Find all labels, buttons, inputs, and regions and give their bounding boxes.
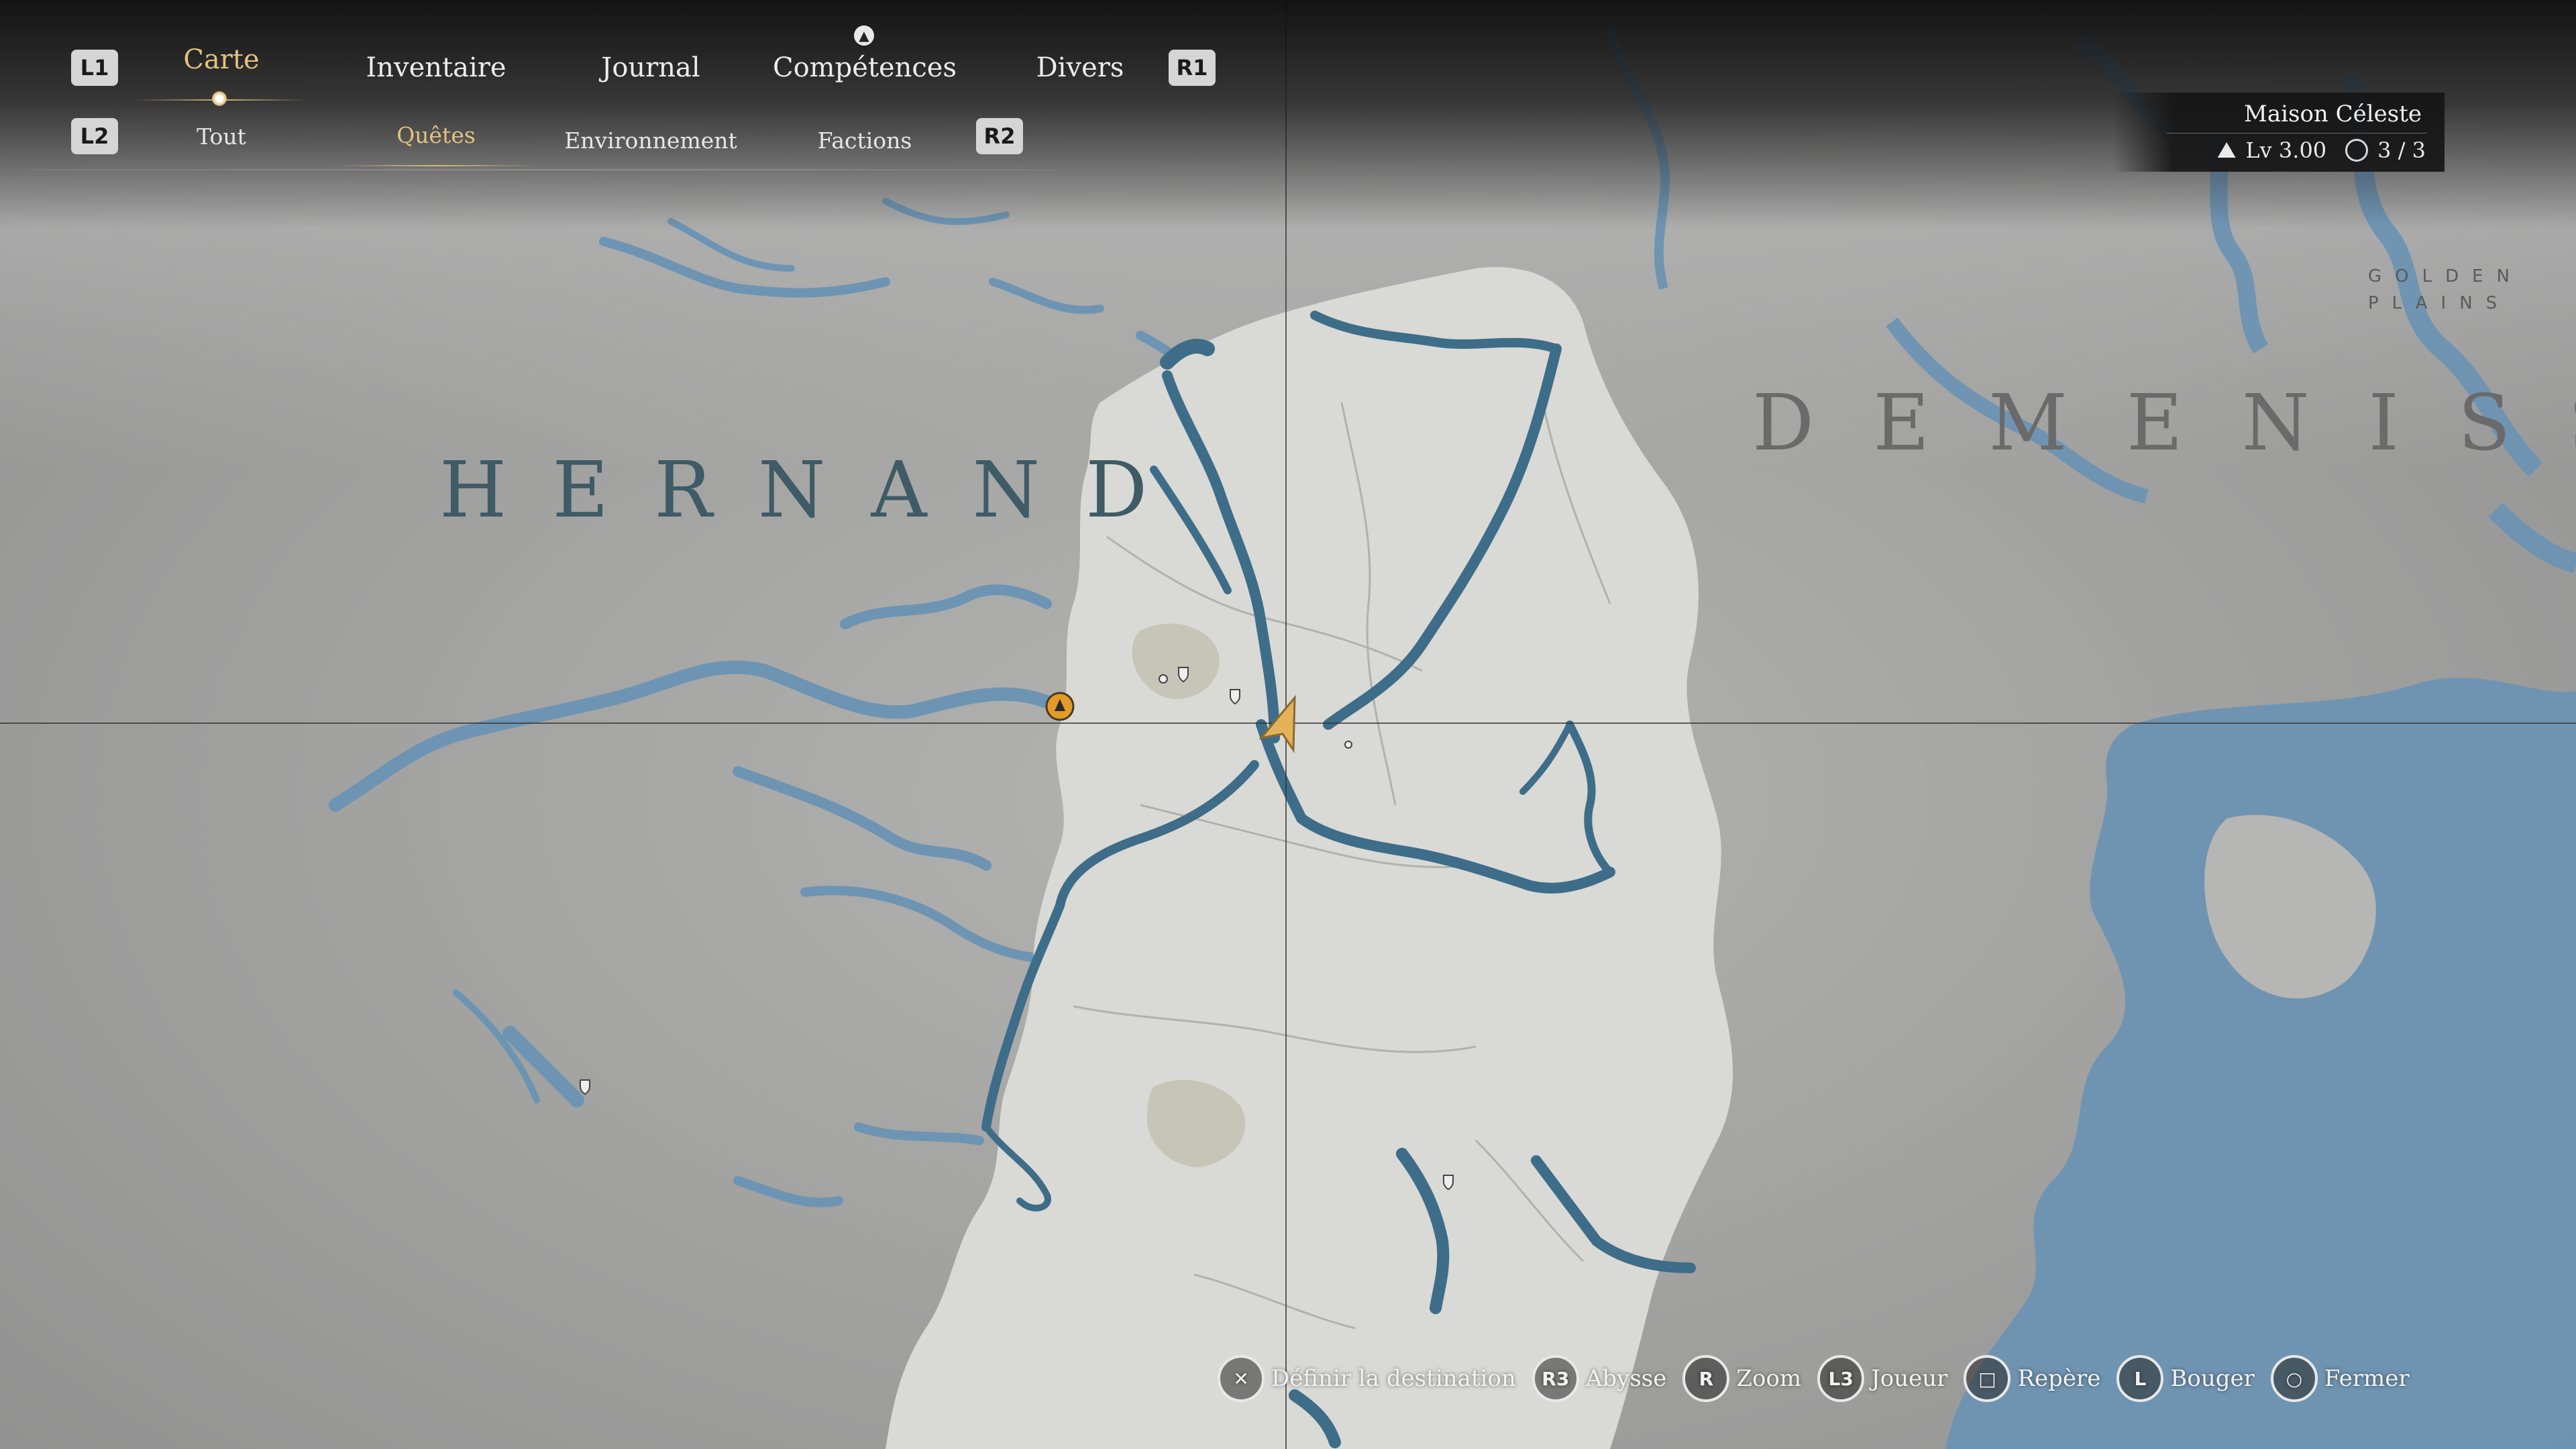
l1-button-icon[interactable]: L1 bbox=[71, 50, 118, 86]
r3-button-icon: R3 bbox=[1532, 1355, 1579, 1402]
prompt-label: Abysse bbox=[1585, 1365, 1667, 1392]
prompt-move[interactable]: L Bouger bbox=[2116, 1355, 2255, 1402]
prompt-abyss[interactable]: R3 Abysse bbox=[1532, 1355, 1667, 1402]
prompt-label: Définir la destination bbox=[1271, 1365, 1516, 1392]
right-stick-icon: R bbox=[1682, 1355, 1730, 1402]
prompt-set-destination[interactable]: ✕ Définir la destination bbox=[1218, 1355, 1516, 1402]
region-label-plains: PLAINS bbox=[2368, 293, 2510, 313]
tab-journal[interactable]: Journal bbox=[601, 52, 700, 83]
location-stats: ⛰ Lv 3.00 3 / 3 bbox=[2217, 137, 2426, 164]
location-level: Lv 3.00 bbox=[2245, 138, 2327, 163]
crest-icon bbox=[2345, 139, 2369, 162]
r1-button-icon[interactable]: R1 bbox=[1169, 50, 1216, 86]
l2-button-icon[interactable]: L2 bbox=[71, 118, 118, 154]
subtab-tout[interactable]: Tout bbox=[197, 123, 246, 150]
prompt-label: Repère bbox=[2017, 1365, 2101, 1392]
prompt-label: Zoom bbox=[1736, 1365, 1802, 1392]
circle-button-icon: ○ bbox=[2270, 1355, 2318, 1402]
prompt-player[interactable]: L3 Joueur bbox=[1817, 1355, 1947, 1402]
tab-inventaire[interactable]: Inventaire bbox=[366, 52, 506, 83]
prompt-marker[interactable]: □ Repère bbox=[1964, 1355, 2100, 1402]
prompt-close[interactable]: ○ Fermer bbox=[2270, 1355, 2410, 1402]
menu-divider bbox=[27, 169, 1060, 170]
quest-marker-icon[interactable] bbox=[1045, 692, 1075, 721]
prompt-label: Joueur bbox=[1871, 1365, 1948, 1392]
tab-competences[interactable]: Compétences bbox=[773, 52, 957, 83]
region-label-hernand: HERNAND bbox=[439, 445, 1193, 535]
level-icon: ⛰ bbox=[2216, 137, 2237, 164]
prompt-label: Bouger bbox=[2170, 1365, 2255, 1392]
button-prompts: ✕ Définir la destination R3 Abysse R Zoo… bbox=[1218, 1355, 2410, 1402]
cross-button-icon: ✕ bbox=[1218, 1355, 1265, 1402]
tab-divers[interactable]: Divers bbox=[1036, 52, 1124, 83]
location-panel: Maison Céleste ⛰ Lv 3.00 3 / 3 bbox=[2113, 93, 2445, 172]
square-button-icon: □ bbox=[1964, 1355, 2011, 1402]
location-count: 3 / 3 bbox=[2377, 138, 2426, 163]
l3-button-icon: L3 bbox=[1817, 1355, 1865, 1402]
location-name: Maison Céleste bbox=[2244, 101, 2422, 127]
left-stick-icon: L bbox=[2116, 1355, 2164, 1402]
prompt-label: Fermer bbox=[2324, 1365, 2410, 1392]
prompt-zoom[interactable]: R Zoom bbox=[1682, 1355, 1801, 1402]
subtab-active-underline bbox=[335, 165, 537, 166]
active-tab-indicator-icon bbox=[212, 91, 227, 106]
skill-point-alert-icon: ▲ bbox=[854, 25, 874, 46]
tab-carte[interactable]: Carte bbox=[183, 44, 259, 75]
subtab-quetes[interactable]: Quêtes bbox=[396, 122, 476, 148]
region-label-golden: GOLDEN bbox=[2368, 266, 2523, 286]
r2-button-icon[interactable]: R2 bbox=[976, 118, 1023, 154]
subtab-factions[interactable]: Factions bbox=[818, 127, 912, 154]
subtab-environnement[interactable]: Environnement bbox=[564, 127, 737, 154]
region-label-demeniss: DEMENISS bbox=[1752, 378, 2576, 468]
